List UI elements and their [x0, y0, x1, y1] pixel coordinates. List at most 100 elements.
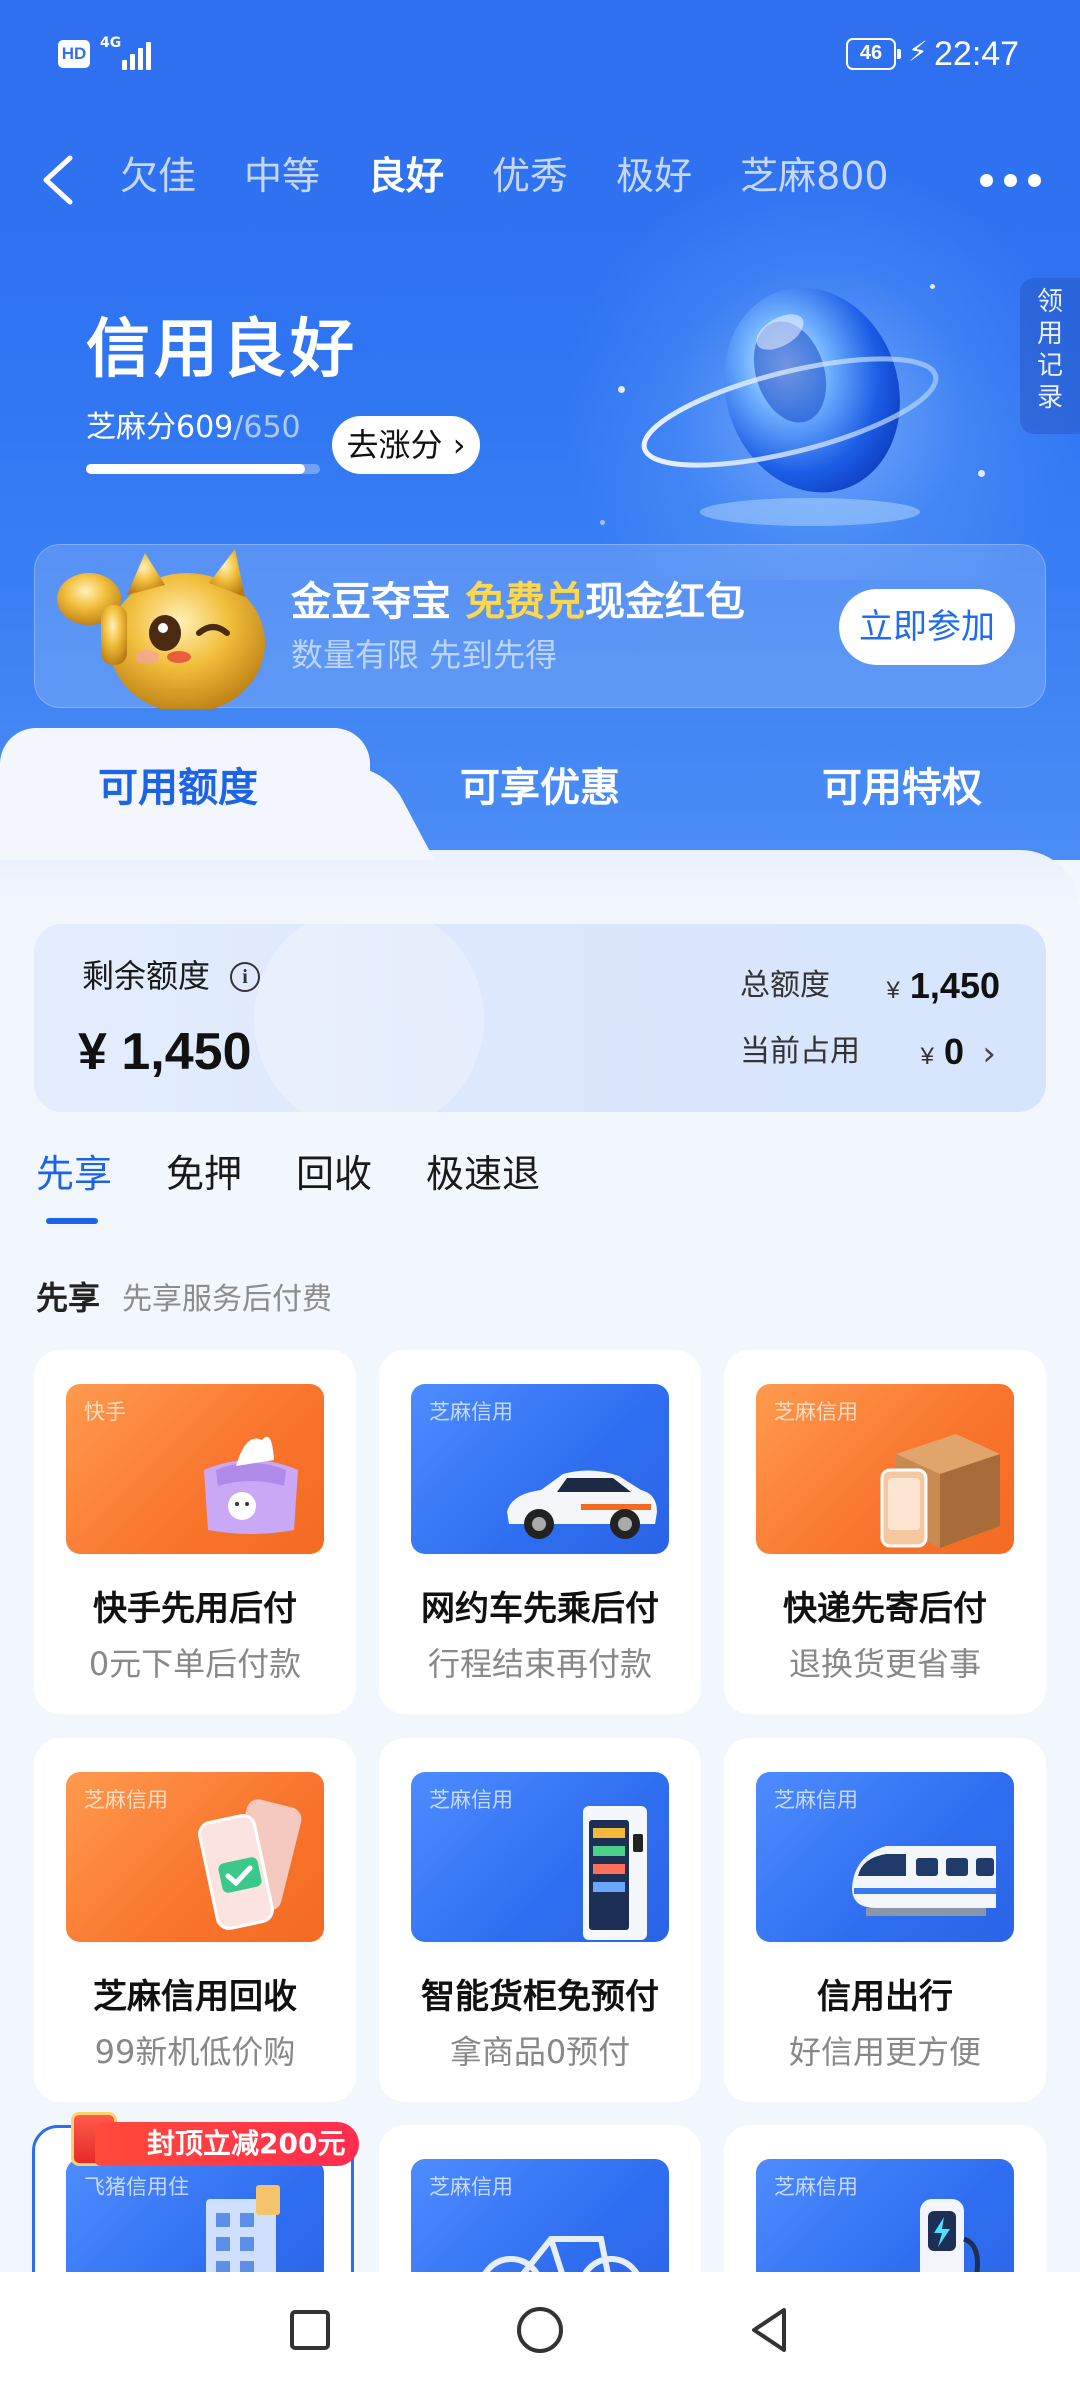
score-prefix: 芝麻分 — [86, 410, 176, 445]
hd-indicator: HD — [58, 40, 90, 68]
card-subtitle: 退换货更省事 — [788, 1645, 981, 1683]
credit-orb-icon — [640, 262, 960, 532]
golden-mascot-icon — [49, 535, 279, 713]
card-subtitle: 拿商品0预付 — [449, 2033, 631, 2071]
card-tag: 芝麻信用 — [429, 1400, 513, 1424]
promo-title-highlight: 免费兑 — [464, 579, 585, 625]
card-image: 芝麻信用 — [411, 1384, 669, 1554]
card-tag: 芝麻信用 — [774, 1788, 858, 1812]
vending-machine-icon — [583, 1806, 647, 1940]
sesame-score: 芝麻分609/650 — [86, 406, 301, 450]
claim-record-tab[interactable]: 领用记录 — [1020, 278, 1080, 434]
clock: 22:47 — [934, 35, 1020, 73]
card-title: 智能货柜免预付 — [421, 1977, 659, 2017]
total-quota-label: 总额度 — [740, 968, 830, 1003]
home-icon[interactable] — [510, 2300, 570, 2360]
card-tag: 快手 — [84, 1400, 126, 1424]
card-tag: 芝麻信用 — [429, 1788, 513, 1812]
raise-score-label: 去涨分 — [346, 426, 443, 464]
remaining-quota-label: 剩余额度 — [82, 957, 211, 995]
card-image: 芝麻信用 — [756, 1772, 1014, 1942]
level-tab-medium[interactable]: 中等 — [244, 148, 320, 208]
sub-tab-deposit-free[interactable]: 免押 — [166, 1146, 242, 1216]
card-image: 芝麻信用 — [756, 1384, 1014, 1554]
service-card-kuaishou[interactable]: 快手 快手先用后付 0元下单后付款 — [34, 1350, 356, 1714]
card-title: 快递先寄后付 — [783, 1589, 987, 1629]
service-card-recycle[interactable]: 芝麻信用 芝麻信用回收 99新机低价购 — [34, 1738, 356, 2102]
score-value: 609 — [176, 410, 234, 445]
promo-subtitle: 数量有限 先到先得 — [291, 636, 558, 674]
card-subtitle: 行程结束再付款 — [427, 1645, 652, 1683]
card-tag: 芝麻信用 — [84, 1788, 168, 1812]
tab-discounts[interactable]: 可享优惠 — [460, 760, 620, 816]
tab-privileges[interactable]: 可用特权 — [822, 760, 982, 816]
total-quota-amount: 1,450 — [909, 965, 1000, 1006]
score-total: /650 — [233, 410, 301, 445]
sub-tab-fast-refund[interactable]: 极速退 — [426, 1146, 540, 1216]
card-image: 芝麻信用 — [66, 1772, 324, 1942]
promo-title-part2: 现金红包 — [584, 579, 745, 625]
charging-icon: ⚡ — [908, 35, 928, 68]
tissue-pack-icon — [204, 1436, 298, 1534]
level-tab-sesame-800[interactable]: 芝麻800 — [740, 148, 889, 208]
level-tab-superb[interactable]: 极好 — [616, 148, 692, 208]
yen-symbol: ¥ — [886, 977, 900, 1004]
card-image: 快手 — [66, 1384, 324, 1554]
service-sub-tabs: 先享 免押 回收 极速退 — [36, 1146, 594, 1224]
recent-apps-icon[interactable] — [280, 2300, 340, 2360]
score-progress-bar — [86, 464, 320, 474]
card-subtitle: 好信用更方便 — [788, 2033, 981, 2071]
sub-tab-pay-later[interactable]: 先享 — [36, 1146, 112, 1224]
yen-symbol: ¥ — [920, 1043, 934, 1070]
service-card-vending[interactable]: 芝麻信用 智能货柜免预付 拿商品0预付 — [379, 1738, 701, 2102]
parcel-box-icon — [880, 1434, 1000, 1548]
join-now-button[interactable]: 立即参加 — [839, 589, 1015, 665]
promo-title-part1: 金豆夺宝 — [291, 579, 465, 625]
service-card-ride-hailing[interactable]: 芝麻信用 网约车先乘后付 行程结束再付款 — [379, 1350, 701, 1714]
phone-icon — [198, 1799, 302, 1930]
card-title: 芝麻信用回收 — [93, 1977, 297, 2017]
service-card-travel[interactable]: 芝麻信用 信用出行 好信用更方便 — [724, 1738, 1046, 2102]
claim-record-label: 领用记录 — [1036, 287, 1063, 413]
section-subtitle: 先享服务后付费 — [122, 1282, 332, 1317]
status-bar: HD 4G 46 ⚡ 22:47 — [0, 0, 1080, 110]
train-icon — [852, 1846, 996, 1916]
section-title: 先享 — [36, 1279, 101, 1317]
score-progress-fill — [86, 464, 306, 474]
more-icon[interactable] — [980, 170, 1042, 190]
card-subtitle: 0元下单后付款 — [88, 1645, 302, 1683]
card-title: 信用出行 — [817, 1977, 953, 2017]
credit-level-title: 信用良好 — [86, 313, 358, 387]
level-tabs: 欠佳 中等 良好 优秀 极好 芝麻800 — [120, 148, 937, 208]
card-tag: 芝麻信用 — [774, 2175, 858, 2199]
card-title: 快手先用后付 — [93, 1589, 297, 1629]
used-quota-value[interactable]: ¥ 0 — [921, 1030, 964, 1079]
network-type: 4G — [100, 35, 122, 51]
level-tab-excellent[interactable]: 优秀 — [492, 148, 568, 208]
sub-tab-recycle[interactable]: 回收 — [296, 1146, 372, 1216]
tab-available-quota[interactable]: 可用额度 — [98, 760, 258, 816]
system-navigation-bar — [0, 2272, 1080, 2388]
quota-card[interactable]: 剩余额度 i ¥ 1,450 总额度 ¥ 1,450 当前占用 ¥ 0 › — [34, 924, 1046, 1112]
card-image: 芝麻信用 — [411, 1772, 669, 1942]
level-tab-poor[interactable]: 欠佳 — [120, 148, 196, 208]
back-nav-icon[interactable] — [740, 2300, 800, 2360]
level-tab-good[interactable]: 良好 — [368, 148, 444, 208]
remaining-quota-value: ¥ 1,450 — [78, 1023, 252, 1081]
service-card-express[interactable]: 芝麻信用 快递先寄后付 退换货更省事 — [724, 1350, 1046, 1714]
promo-title: 金豆夺宝 免费兑现金红包 — [291, 575, 745, 629]
chevron-right-icon[interactable]: › — [982, 1034, 996, 1074]
back-icon[interactable] — [38, 152, 78, 208]
used-quota-label: 当前占用 — [740, 1034, 860, 1069]
chevron-right-icon: › — [442, 426, 466, 464]
raise-score-button[interactable]: 去涨分 › — [332, 416, 480, 474]
car-icon — [507, 1470, 657, 1539]
info-icon[interactable]: i — [230, 962, 260, 992]
card-tag: 芝麻信用 — [429, 2175, 513, 2199]
battery-icon: 46 — [846, 38, 901, 70]
main-tabs: 可用额度 可享优惠 可用特权 — [0, 728, 1080, 860]
discount-badge: 封顶立减200元 — [95, 2122, 360, 2166]
promo-banner[interactable]: 金豆夺宝 免费兑现金红包 数量有限 先到先得 立即参加 — [34, 544, 1046, 713]
signal-icon — [122, 40, 158, 70]
used-quota-amount: 0 — [943, 1031, 964, 1072]
